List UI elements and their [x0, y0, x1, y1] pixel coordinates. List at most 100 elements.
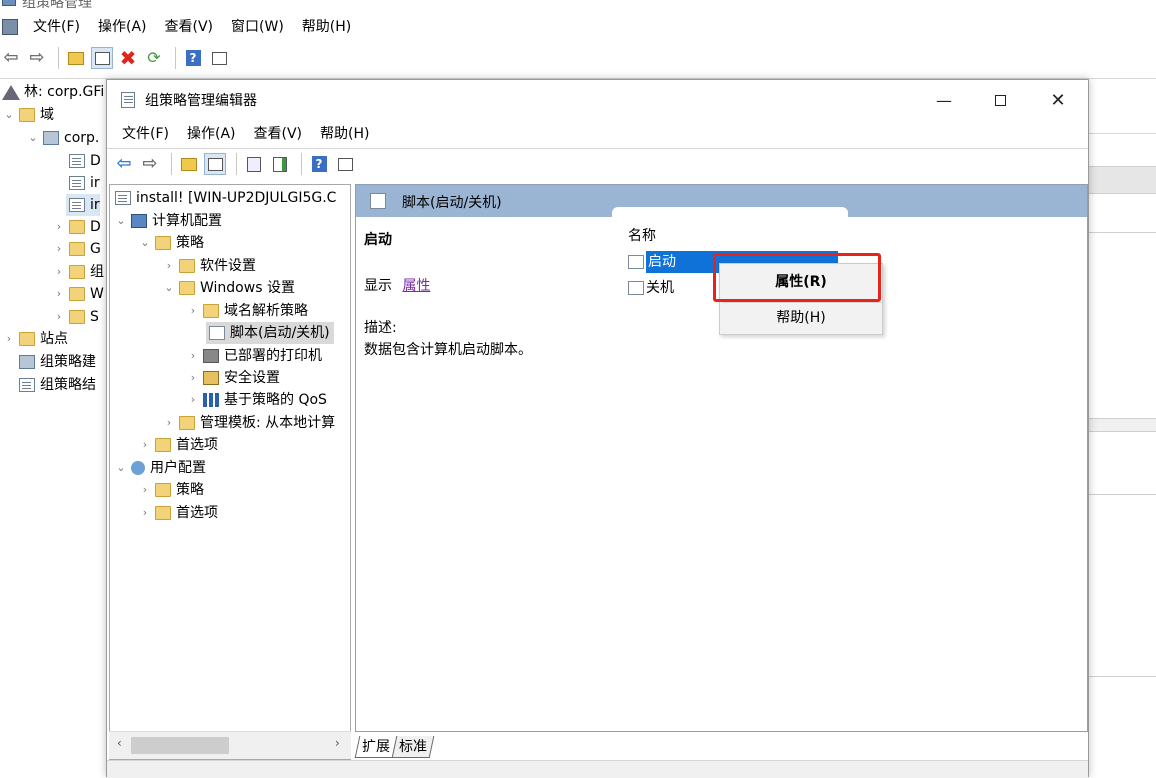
tree-item-forest[interactable]: 林: corp.GFi	[2, 81, 104, 103]
back-arrow-icon[interactable]: ⇦	[113, 153, 135, 175]
editor-menu-action[interactable]: 操作(A)	[178, 120, 245, 148]
gpo-link-icon	[69, 198, 85, 212]
tree-item-ou[interactable]: › G	[52, 238, 101, 260]
tree-item-user-policies[interactable]: › 策略	[138, 479, 204, 501]
tree-item-gp-results[interactable]: 组策略结	[16, 374, 96, 396]
gpo-icon	[115, 191, 131, 205]
tab-standard[interactable]: 标准	[391, 736, 435, 758]
tree-item-computer-config[interactable]: ⌄ 计算机配置	[114, 210, 222, 232]
tree-item-dns-policy[interactable]: › 域名解析策略	[186, 300, 308, 322]
properties-icon[interactable]	[243, 153, 265, 175]
tree-item-gpo-link-selected[interactable]: ir	[66, 194, 100, 216]
scrollbar-thumb[interactable]	[131, 737, 229, 754]
minimize-icon[interactable]: —	[921, 84, 967, 116]
sites-icon	[19, 332, 35, 346]
editor-menu-file[interactable]: 文件(F)	[113, 120, 178, 148]
gp-editor-app-icon	[121, 92, 135, 108]
tree-item-windows-settings[interactable]: ⌄ Windows 设置	[162, 277, 295, 299]
chevron-down-icon[interactable]: ⌄	[162, 277, 176, 299]
tree-item-domain[interactable]: ⌄ corp.	[26, 127, 99, 149]
outer-menu-action[interactable]: 操作(A)	[89, 13, 156, 41]
tree-horizontal-scrollbar[interactable]: ‹ ›	[109, 731, 351, 759]
chevron-right-icon[interactable]: ›	[52, 238, 66, 260]
maximize-icon[interactable]	[977, 84, 1023, 116]
help-icon[interactable]: ?	[308, 153, 330, 175]
export-list-icon[interactable]	[269, 153, 291, 175]
properties-pane-icon[interactable]	[208, 47, 230, 69]
tree-item-gpo-link[interactable]: D	[66, 150, 101, 172]
outer-menu-file[interactable]: 文件(F)	[24, 13, 89, 41]
scroll-right-icon[interactable]: ›	[335, 736, 340, 750]
forward-arrow-icon[interactable]: ⇨	[139, 153, 161, 175]
outer-menu-window[interactable]: 窗口(W)	[222, 13, 293, 41]
editor-titlebar[interactable]: 组策略管理编辑器 — ✕	[107, 80, 1088, 120]
details-splitter[interactable]	[1089, 418, 1156, 432]
tree-item-preferences[interactable]: › 首选项	[138, 434, 218, 456]
chevron-right-icon[interactable]: ›	[52, 216, 66, 238]
tree-item-sites[interactable]: › 站点	[2, 328, 68, 350]
list-item-shutdown[interactable]: 关机	[626, 277, 674, 299]
chevron-right-icon[interactable]: ›	[186, 300, 200, 322]
toolbar-separator	[171, 153, 172, 175]
tree-item-scripts-selected[interactable]: 脚本(启动/关机)	[206, 322, 334, 344]
editor-menu-view[interactable]: 查看(V)	[245, 120, 312, 148]
refresh-icon[interactable]: ⟳	[143, 47, 165, 69]
chevron-right-icon[interactable]: ›	[138, 502, 152, 524]
chevron-down-icon[interactable]: ⌄	[2, 104, 16, 126]
properties-pane-icon[interactable]	[334, 153, 356, 175]
outer-menu-help[interactable]: 帮助(H)	[293, 13, 360, 41]
show-hide-tree-icon[interactable]	[204, 153, 226, 175]
chevron-right-icon[interactable]: ›	[2, 328, 16, 350]
user-icon	[131, 461, 145, 475]
outer-menu-view[interactable]: 查看(V)	[156, 13, 223, 41]
show-hide-tree-icon[interactable]	[91, 47, 113, 69]
context-menu-help[interactable]: 帮助(H)	[720, 304, 882, 332]
ou-folder-icon	[69, 265, 85, 279]
tree-item-ou[interactable]: › W	[52, 283, 104, 305]
tree-item-policies[interactable]: ⌄ 策略	[138, 232, 204, 254]
tree-item-qos[interactable]: › 基于策略的 QoS	[186, 389, 327, 411]
chevron-right-icon[interactable]: ›	[52, 283, 66, 305]
details-divider	[1089, 232, 1156, 233]
up-folder-icon[interactable]	[65, 47, 87, 69]
tree-item-user-preferences[interactable]: › 首选项	[138, 502, 218, 524]
tree-item-gp-modeling[interactable]: 组策略建	[16, 351, 96, 373]
ou-folder-icon	[69, 310, 85, 324]
close-icon[interactable]: ✕	[1035, 84, 1081, 116]
tree-item-software-settings[interactable]: › 软件设置	[162, 255, 256, 277]
tree-item-security-settings[interactable]: › 安全设置	[186, 367, 280, 389]
tab-extended[interactable]: 扩展	[354, 736, 398, 758]
chevron-right-icon[interactable]: ›	[162, 255, 176, 277]
scroll-left-icon[interactable]: ‹	[117, 736, 122, 750]
chevron-right-icon[interactable]: ›	[52, 306, 66, 328]
tree-item-deployed-printers[interactable]: › 已部署的打印机	[186, 345, 322, 367]
properties-link[interactable]: 属性	[402, 278, 430, 294]
chevron-down-icon[interactable]: ⌄	[114, 457, 128, 479]
help-icon[interactable]: ?	[182, 47, 204, 69]
tree-item-domains[interactable]: ⌄ 域	[2, 104, 54, 126]
chevron-down-icon[interactable]: ⌄	[138, 232, 152, 254]
chevron-right-icon[interactable]: ›	[138, 434, 152, 456]
chevron-right-icon[interactable]: ›	[186, 367, 200, 389]
tree-item-admin-templates[interactable]: › 管理模板: 从本地计算	[162, 412, 335, 434]
tree-item-gpo-root[interactable]: install! [WIN-UP2DJULGI5G.C	[112, 187, 336, 209]
back-arrow-icon[interactable]: ⇦	[0, 47, 22, 69]
tree-item-gpo-link[interactable]: ir	[66, 172, 100, 194]
chevron-right-icon[interactable]: ›	[138, 479, 152, 501]
chevron-right-icon[interactable]: ›	[186, 345, 200, 367]
chevron-down-icon[interactable]: ⌄	[114, 210, 128, 232]
tree-item-ou[interactable]: › S	[52, 306, 99, 328]
console-icon[interactable]	[2, 19, 18, 35]
editor-menu-help[interactable]: 帮助(H)	[311, 120, 378, 148]
tree-item-ou[interactable]: › 组	[52, 261, 104, 283]
up-folder-icon[interactable]	[178, 153, 200, 175]
chevron-right-icon[interactable]: ›	[162, 412, 176, 434]
column-header-name[interactable]: 名称	[628, 225, 656, 245]
chevron-right-icon[interactable]: ›	[186, 389, 200, 411]
tree-item-user-config[interactable]: ⌄ 用户配置	[114, 457, 206, 479]
delete-icon[interactable]: ✖	[117, 47, 139, 69]
forward-arrow-icon[interactable]: ⇨	[26, 47, 48, 69]
tree-item-ou[interactable]: › D	[52, 216, 101, 238]
chevron-down-icon[interactable]: ⌄	[26, 127, 40, 149]
chevron-right-icon[interactable]: ›	[52, 261, 66, 283]
